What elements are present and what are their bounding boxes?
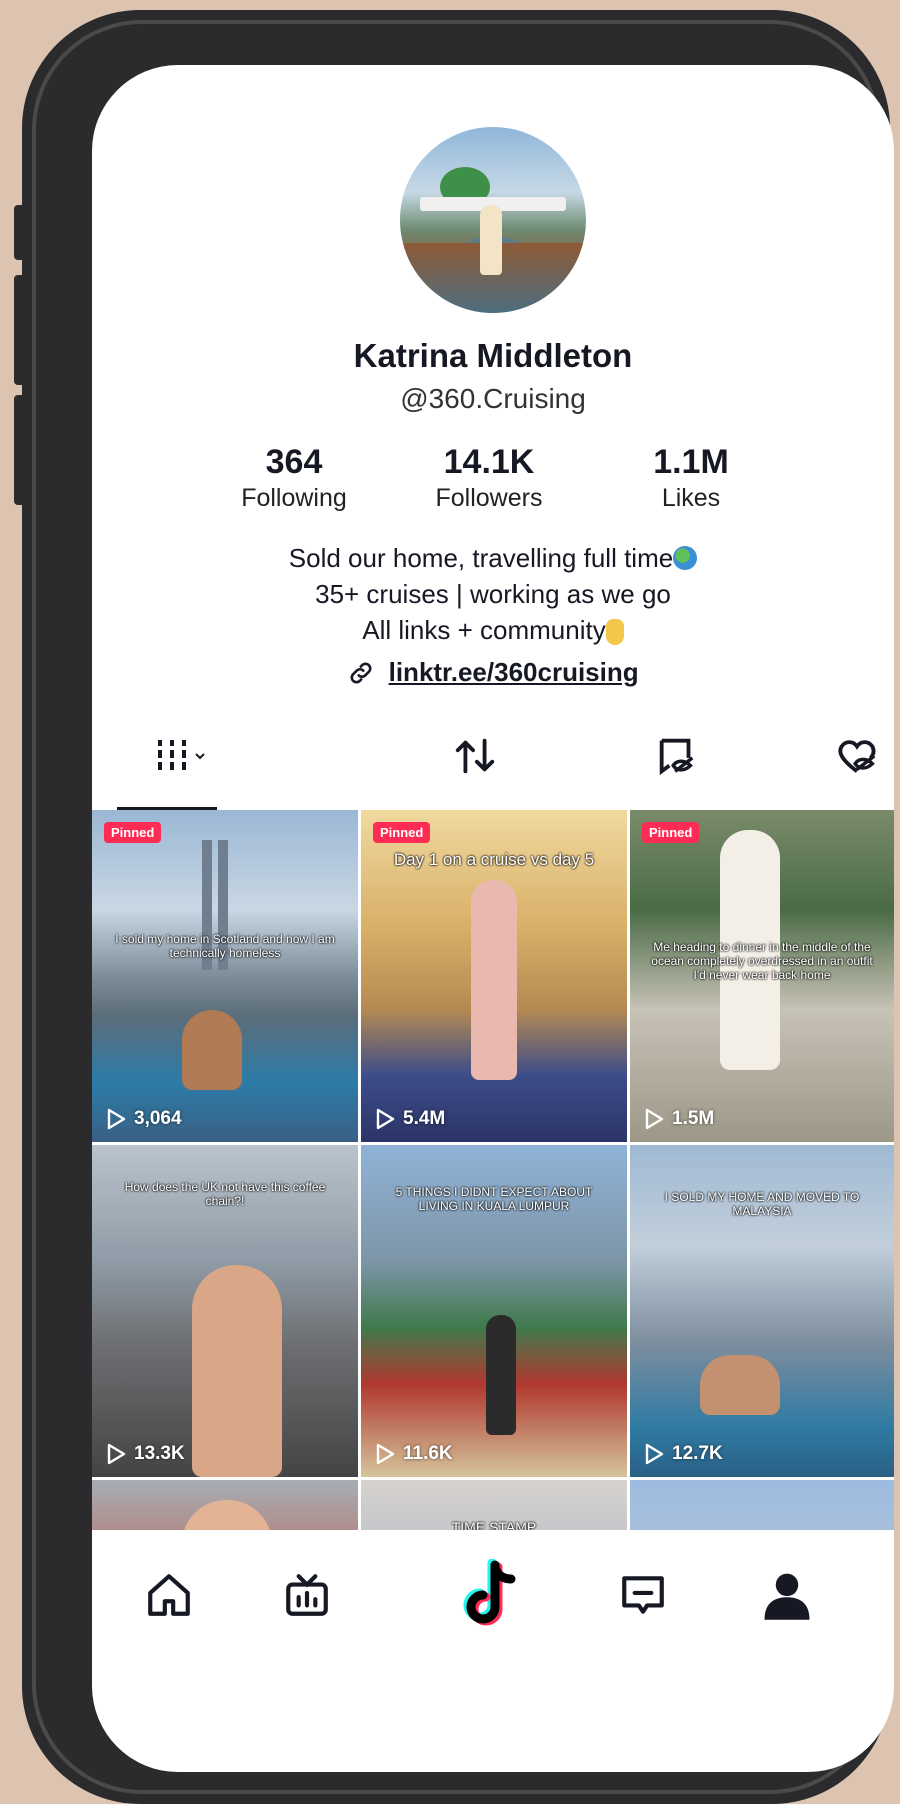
nav-tv[interactable]: [272, 1560, 342, 1630]
view-count-text: 5.4M: [403, 1108, 446, 1129]
home-icon: [148, 1574, 190, 1616]
app-screen: Katrina Middleton @360.Cruising 364 Foll…: [92, 65, 894, 1772]
stat-label: Likes: [661, 484, 721, 512]
bio-text: All links + community: [362, 615, 606, 645]
pinned-badge: Pinned: [373, 822, 431, 843]
view-count: 3,064: [106, 1108, 182, 1130]
video-caption: Day 1 on a cruise vs day 5: [393, 850, 595, 869]
profile-stats: 364 Following 14.1K Followers 1.1M Likes: [92, 443, 894, 523]
play-icon: [645, 1443, 664, 1465]
bio-line: 35+ cruises | working as we go: [92, 576, 894, 612]
view-count-text: 11.6K: [403, 1443, 453, 1464]
video-tile[interactable]: 5 THINGS I DIDNT EXPECT ABOUT LIVING IN …: [361, 1145, 627, 1477]
view-count: 11.6K: [375, 1443, 453, 1465]
stat-value: 364: [265, 443, 323, 481]
person-shape: [471, 880, 517, 1080]
view-count-text: 13.3K: [134, 1443, 185, 1464]
nav-home[interactable]: [134, 1560, 204, 1630]
video-caption: 5 THINGS I DIDNT EXPECT ABOUT LIVING IN …: [395, 1185, 593, 1213]
view-count-text: 12.7K: [672, 1443, 723, 1464]
link-text: linktr.ee/360cruising: [388, 657, 639, 687]
profile-bio: Sold our home, travelling full time 35+ …: [92, 540, 894, 648]
nav-tiktok[interactable]: [458, 1559, 528, 1630]
profile-link[interactable]: linktr.ee/360cruising: [92, 657, 894, 688]
person-shape: [182, 1500, 272, 1530]
video-caption: How does the UK not have this coffee cha…: [124, 1180, 326, 1208]
stat-following[interactable]: 364 Following: [209, 443, 379, 513]
tab-private[interactable]: [642, 725, 712, 787]
tab-reposts[interactable]: [440, 725, 510, 787]
phone-frame: Katrina Middleton @360.Cruising 364 Foll…: [14, 10, 894, 1804]
pinned-badge: Pinned: [104, 822, 162, 843]
inbox-icon: [622, 1576, 664, 1614]
avatar[interactable]: [400, 127, 586, 313]
video-tile[interactable]: [630, 1480, 894, 1530]
video-caption: Me heading to dinner in the middle of th…: [651, 940, 873, 982]
pointing-down-icon: [605, 619, 624, 645]
play-icon: [376, 1108, 395, 1130]
profile-icon: [764, 1573, 810, 1620]
link-icon: [350, 662, 372, 684]
phone-button: [14, 205, 26, 260]
stat-likes[interactable]: 1.1M Likes: [606, 443, 776, 513]
play-icon: [376, 1443, 395, 1465]
person-shape: [700, 1355, 780, 1415]
play-icon: [107, 1443, 126, 1465]
video-caption: I sold my home in Scotland and now I am …: [115, 932, 335, 960]
globe-icon: [673, 546, 698, 570]
bio-text: Sold our home, travelling full time: [288, 543, 674, 573]
view-count: 5.4M: [375, 1108, 445, 1130]
bio-line: All links + community: [92, 612, 894, 648]
phone-button: [14, 395, 26, 505]
tab-liked[interactable]: [827, 725, 887, 787]
profile-handle: @360.Cruising: [400, 383, 586, 414]
video-tile[interactable]: I SOLD MY HOME AND MOVED TO MALAYSIA 12.…: [630, 1145, 894, 1477]
view-count: 1.5M: [644, 1108, 714, 1130]
video-caption: TIME STAMP: [451, 1519, 537, 1530]
video-tile[interactable]: Pinned Day 1 on a cruise vs day 5 5.4M: [361, 810, 627, 1142]
person-shape: [486, 1315, 516, 1435]
tv-icon: [286, 1574, 328, 1616]
video-tile[interactable]: How does the UK not have this coffee cha…: [92, 1145, 358, 1477]
nav-profile[interactable]: [752, 1560, 822, 1630]
phone-button: [14, 275, 26, 385]
stat-value: 14.1K: [443, 443, 535, 481]
bio-line: Sold our home, travelling full time: [92, 540, 894, 576]
view-count: 12.7K: [644, 1443, 723, 1465]
nav-inbox[interactable]: [608, 1560, 678, 1630]
repost-icon: [455, 738, 495, 774]
stat-value: 1.1M: [653, 443, 729, 481]
play-icon: [107, 1108, 126, 1130]
grid-icon: [158, 740, 205, 770]
avatar-person: [480, 205, 502, 275]
person-shape: [192, 1265, 282, 1477]
video-grid: Pinned I sold my home in Scotland and no…: [92, 810, 894, 1530]
view-count-text: 3,064: [134, 1108, 182, 1129]
video-tile[interactable]: TIME STAMP: [361, 1480, 627, 1530]
stat-followers[interactable]: 14.1K Followers: [404, 443, 574, 513]
video-tile[interactable]: [92, 1480, 358, 1530]
person-shape: [182, 1010, 242, 1090]
eye-off-icon: [659, 738, 694, 776]
profile-name: Katrina Middleton: [353, 337, 633, 374]
bottom-nav: [92, 1530, 894, 1660]
video-caption: I SOLD MY HOME AND MOVED TO MALAYSIA: [664, 1190, 860, 1218]
play-icon: [645, 1108, 664, 1130]
stat-label: Following: [241, 484, 347, 512]
pinned-badge: Pinned: [642, 822, 700, 843]
tiktok-logo-icon: [463, 1559, 516, 1626]
bio-text: 35+ cruises | working as we go: [315, 579, 671, 609]
profile-tabs: [92, 725, 894, 787]
video-tile[interactable]: Pinned I sold my home in Scotland and no…: [92, 810, 358, 1142]
tab-videos[interactable]: [142, 725, 222, 787]
view-count-text: 1.5M: [672, 1108, 715, 1129]
stat-label: Followers: [435, 484, 543, 512]
view-count: 13.3K: [106, 1443, 185, 1465]
heart-off-icon: [838, 740, 876, 773]
video-tile[interactable]: Pinned Me heading to dinner in the middl…: [630, 810, 894, 1142]
